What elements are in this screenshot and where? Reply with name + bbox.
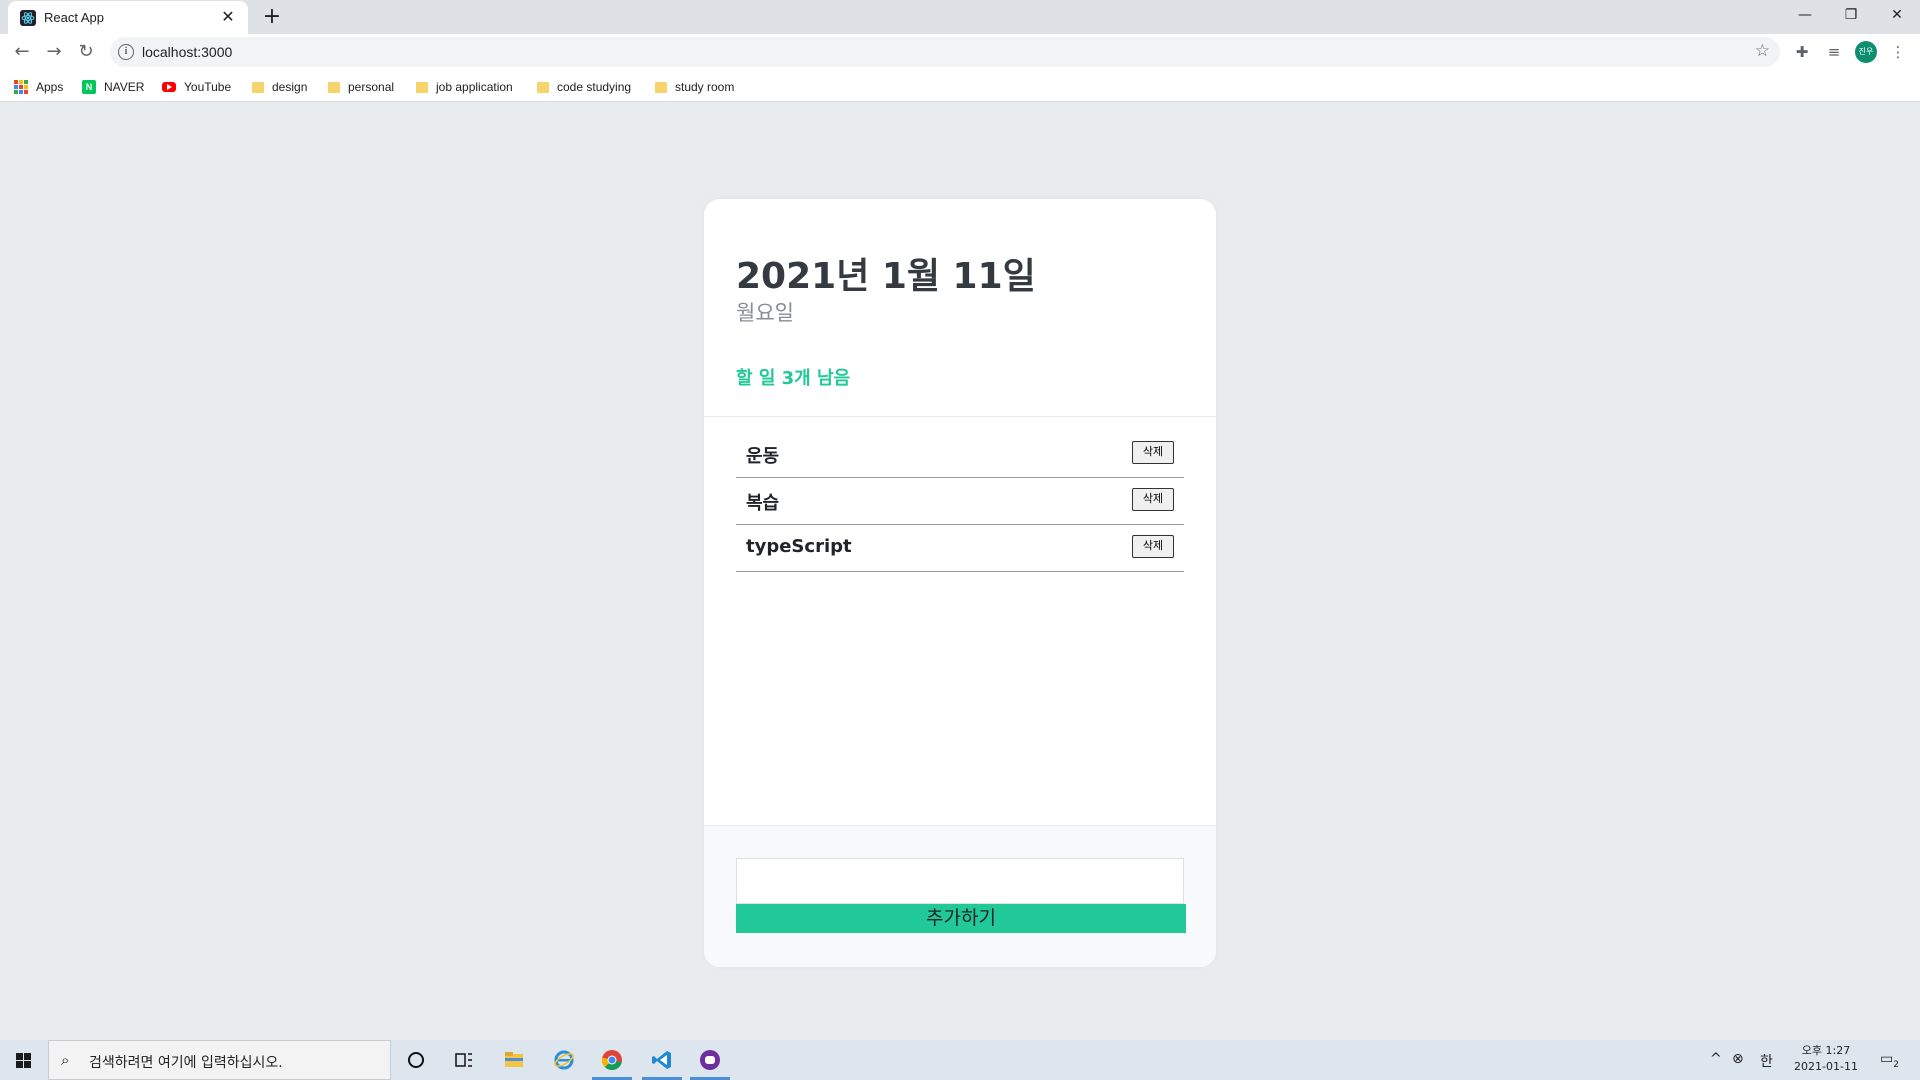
network-disconnected-icon[interactable]: ⊗ xyxy=(1732,1051,1744,1067)
minimize-icon[interactable]: — xyxy=(1782,0,1828,30)
delete-button[interactable]: 삭제 xyxy=(1132,441,1174,464)
naver-icon: N xyxy=(82,80,96,94)
chrome-button[interactable] xyxy=(588,1040,636,1080)
windows-taskbar: ⌕ 검색하려면 여기에 입력하십시오. ^ ⊗ 한 오후 1:27 2021-0… xyxy=(0,1040,1920,1080)
clock-time: 오후 1:27 xyxy=(1801,1044,1851,1057)
date-heading: 2021년 1월 11일 xyxy=(736,256,1036,297)
add-todo-button[interactable]: 추가하기 xyxy=(736,904,1186,933)
ime-indicator[interactable]: 한 xyxy=(1760,1051,1773,1071)
notification-icon[interactable]: ▭2 xyxy=(1880,1051,1899,1070)
address-bar[interactable]: i localhost:3000 ☆ xyxy=(110,37,1780,67)
bookmark-label: design xyxy=(272,80,308,94)
bookmark-youtube[interactable]: YouTube xyxy=(162,78,231,96)
folder-icon xyxy=(328,81,340,93)
profile-avatar[interactable]: 진우 xyxy=(1855,41,1877,63)
vscode-icon xyxy=(652,1051,671,1069)
vscode-button[interactable] xyxy=(638,1040,686,1080)
tab-strip: React App ✕ + — ❐ ✕ xyxy=(0,0,1920,34)
todo-item-text: 운동 xyxy=(746,446,780,467)
todo-item: typeScript 삭제 xyxy=(736,525,1184,572)
bookmark-folder-personal[interactable]: personal xyxy=(328,78,394,96)
bookmark-label: Apps xyxy=(36,80,64,94)
bookmark-folder-study-room[interactable]: study room xyxy=(655,78,734,96)
bookmark-label: code studying xyxy=(557,80,632,94)
back-icon[interactable]: ← xyxy=(8,38,36,66)
new-tab-button[interactable]: + xyxy=(258,4,286,32)
app-icon xyxy=(700,1050,720,1070)
todo-head: 2021년 1월 11일 월요일 할 일 3개 남음 xyxy=(704,199,1216,417)
cortana-icon xyxy=(408,1052,424,1068)
todo-item-text: 복습 xyxy=(746,493,780,514)
notification-count: 2 xyxy=(1893,1059,1899,1070)
folder-icon xyxy=(537,81,549,93)
todo-item: 복습 삭제 xyxy=(736,478,1184,525)
cortana-button[interactable] xyxy=(392,1040,440,1080)
tasks-left-count: 할 일 3개 남음 xyxy=(736,368,851,389)
file-explorer-button[interactable] xyxy=(490,1040,538,1080)
bookmark-naver[interactable]: N NAVER xyxy=(82,78,144,96)
delete-button[interactable]: 삭제 xyxy=(1132,488,1174,511)
apps-grid-icon xyxy=(14,80,28,94)
bookmark-apps[interactable]: Apps xyxy=(14,78,63,96)
bookmark-label: study room xyxy=(675,80,735,94)
bookmarks-bar: Apps N NAVER YouTube design personal job… xyxy=(0,70,1920,102)
bookmark-folder-design[interactable]: design xyxy=(252,78,307,96)
todo-item-text: typeScript xyxy=(746,536,852,557)
close-tab-icon[interactable]: ✕ xyxy=(218,7,238,27)
tray-chevron-icon[interactable]: ^ xyxy=(1710,1051,1722,1067)
search-icon: ⌕ xyxy=(61,1051,70,1069)
bookmark-folder-code-studying[interactable]: code studying xyxy=(537,78,631,96)
bookmark-folder-job-application[interactable]: job application xyxy=(416,78,513,96)
youtube-icon xyxy=(162,82,176,92)
media-control-icon[interactable]: ≡ xyxy=(1820,38,1848,66)
file-explorer-icon xyxy=(505,1052,523,1067)
browser-tab[interactable]: React App ✕ xyxy=(8,1,248,34)
task-view-button[interactable] xyxy=(440,1040,488,1080)
bookmark-label: YouTube xyxy=(184,80,232,94)
forward-icon[interactable]: → xyxy=(40,38,68,66)
react-icon xyxy=(20,10,36,26)
start-button[interactable] xyxy=(0,1040,48,1080)
todo-template: 2021년 1월 11일 월요일 할 일 3개 남음 운동 삭제 복습 삭제 t… xyxy=(704,199,1216,967)
windows-logo-icon xyxy=(16,1053,31,1068)
menu-icon[interactable]: ⋮ xyxy=(1884,38,1912,66)
todo-list: 운동 삭제 복습 삭제 typeScript 삭제 xyxy=(736,431,1184,572)
restore-icon[interactable]: ❐ xyxy=(1828,0,1874,30)
bookmark-label: personal xyxy=(348,80,395,94)
bookmark-label: NAVER xyxy=(104,80,145,94)
internet-explorer-icon xyxy=(554,1050,574,1070)
folder-icon xyxy=(655,81,667,93)
folder-icon xyxy=(416,81,428,93)
reload-icon[interactable]: ↻ xyxy=(72,38,100,66)
todo-item: 운동 삭제 xyxy=(736,431,1184,478)
folder-icon xyxy=(252,81,264,93)
search-placeholder: 검색하려면 여기에 입력하십시오. xyxy=(89,1055,283,1071)
bookmark-star-icon[interactable]: ☆ xyxy=(1755,41,1770,61)
chrome-icon xyxy=(601,1050,622,1070)
todo-input[interactable] xyxy=(736,858,1184,904)
bookmark-label: job application xyxy=(436,80,513,94)
delete-button[interactable]: 삭제 xyxy=(1132,535,1174,558)
extensions-icon[interactable]: ✚ xyxy=(1788,38,1816,66)
tab-title: React App xyxy=(44,10,104,25)
app-button[interactable] xyxy=(686,1040,734,1080)
task-view-icon xyxy=(455,1053,472,1067)
url-text: localhost:3000 xyxy=(142,44,233,60)
close-window-icon[interactable]: ✕ xyxy=(1874,0,1920,30)
taskbar-search[interactable]: ⌕ 검색하려면 여기에 입력하십시오. xyxy=(48,1040,391,1080)
system-clock[interactable]: 오후 1:27 2021-01-11 xyxy=(1786,1043,1866,1075)
day-of-week: 월요일 xyxy=(736,301,794,325)
todo-create-form: 추가하기 xyxy=(704,825,1216,967)
site-info-icon[interactable]: i xyxy=(118,44,134,60)
browser-toolbar: ← → ↻ i localhost:3000 ☆ ✚ ≡ 진우 ⋮ xyxy=(0,34,1920,70)
clock-date: 2021-01-11 xyxy=(1794,1060,1858,1073)
internet-explorer-button[interactable] xyxy=(540,1040,588,1080)
